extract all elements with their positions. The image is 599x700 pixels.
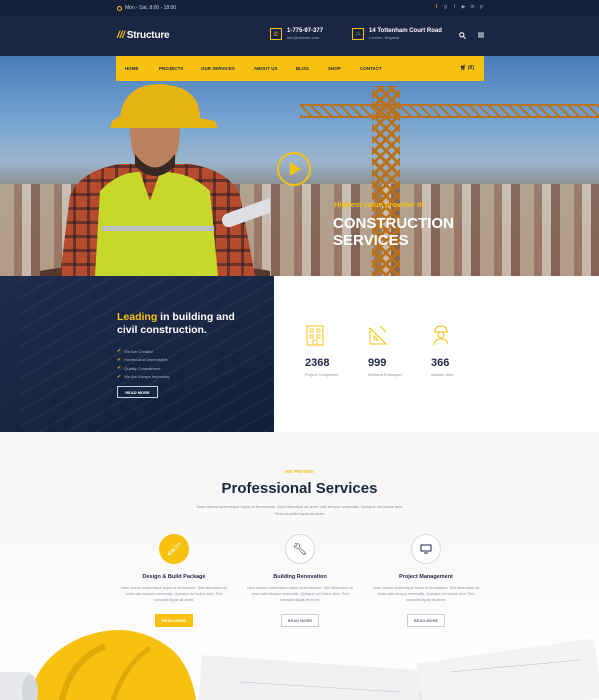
services-kicker: WE PROVIDE xyxy=(285,469,314,474)
check-icon: ✔ xyxy=(117,356,122,363)
services-description: Nam viverra scelerisque turpis et fermen… xyxy=(196,504,404,516)
logo-text: Structure xyxy=(126,30,170,41)
service-description: Nam viverra scelerisque turpis et fermen… xyxy=(121,586,227,603)
about-section: Leading in building and civil constructi… xyxy=(0,276,274,432)
main-nav: HOME PROJECTS OUR SERVICES ABOUT US BLOG… xyxy=(116,56,484,81)
wrench-icon: 🔧︎ xyxy=(285,534,315,564)
list-item: ✔ Quality Commitment xyxy=(117,365,161,372)
read-more-button[interactable]: READ MORE xyxy=(407,613,445,627)
clock-icon xyxy=(117,5,122,11)
about-title-highlight: Leading xyxy=(117,311,158,323)
read-more-button[interactable]: READ MORE xyxy=(281,613,319,627)
cart-button[interactable]: 🛒︎ (0) xyxy=(460,65,474,71)
about-read-more-button[interactable]: READ MORE xyxy=(117,386,158,398)
stat-label: Workers Employed xyxy=(368,372,402,377)
blueprint-rolls-image xyxy=(0,638,599,700)
stat-awards: 366 Awards Won xyxy=(431,324,491,377)
cart-count: (0) xyxy=(467,65,474,71)
address-contact: ⌂ 14 Tottenham Court Road London, Englan… xyxy=(352,28,442,40)
stat-value: 999 xyxy=(368,357,387,369)
service-description: Nam viverra scelerisque turpis et fermen… xyxy=(373,586,479,603)
email-address[interactable]: info@domain.com xyxy=(287,35,323,40)
nav-our-services[interactable]: OUR SERVICES xyxy=(201,66,254,71)
stat-workers: 999 Workers Employed xyxy=(368,324,428,377)
nav-about-us[interactable]: ABOUT US xyxy=(254,66,296,71)
worker-icon xyxy=(433,325,449,346)
check-icon: ✔ xyxy=(117,348,122,355)
youtube-icon[interactable]: ▶ xyxy=(461,4,466,10)
about-features: ✔ We Are Creative ✔ Honest And Dependable … xyxy=(117,347,169,381)
social-links: f g t ▶ in p xyxy=(434,4,484,10)
play-video-button[interactable] xyxy=(277,152,311,186)
ruler-icon xyxy=(369,325,388,345)
twitter-icon[interactable]: t xyxy=(452,4,457,10)
service-card: Project Management Nam viverra scelerisq… xyxy=(366,534,486,627)
service-card: 🔧︎ Building Renovation Nam viverra scele… xyxy=(240,534,360,627)
stat-value: 2368 xyxy=(305,357,330,369)
hero-title: CONSTRUCTION SERVICES xyxy=(333,215,454,249)
phone-contact: ✆ 1-775-97-377 info@domain.com xyxy=(270,28,323,40)
cart-icon: 🛒︎ xyxy=(460,65,467,71)
linkedin-icon[interactable]: in xyxy=(470,4,475,10)
nav-contact[interactable]: CONTACT xyxy=(360,66,400,71)
nav-blog[interactable]: BLOG xyxy=(296,66,328,71)
address-line2: London, England xyxy=(369,35,400,40)
play-icon xyxy=(290,162,301,176)
services-title: Professional Services xyxy=(221,480,378,497)
hero-subtitle: Highest value provider of xyxy=(334,200,425,209)
service-title: Building Renovation xyxy=(273,574,327,580)
stat-label: Project Completed xyxy=(305,372,338,377)
brush-icon: 🖌︎ xyxy=(159,534,189,564)
hero-banner: Highest value provider of CONSTRUCTION S… xyxy=(0,56,599,276)
hero-title-line1: CONSTRUCTION xyxy=(333,215,454,232)
phone-icon: ✆ xyxy=(270,28,282,40)
list-item: ✔ We Are Always Improving xyxy=(117,373,170,380)
nav-projects[interactable]: PROJECTS xyxy=(159,66,201,71)
about-title-rest2: civil construction. xyxy=(117,324,207,336)
business-hours-text: Mon - Sat, 8:00 - 18:00 xyxy=(125,5,177,11)
stats-section: 2368 Project Completed 999 Workers Emplo… xyxy=(274,276,599,432)
monitor-icon xyxy=(411,534,441,564)
top-bar: Mon - Sat, 8:00 - 18:00 f g t ▶ in p xyxy=(0,0,599,16)
stat-value: 366 xyxy=(431,357,450,369)
services-section: WE PROVIDE Professional Services Nam viv… xyxy=(0,432,599,700)
check-icon: ✔ xyxy=(117,365,122,372)
logo[interactable]: /// Structure xyxy=(117,30,170,41)
address-line1: 14 Tottenham Court Road xyxy=(369,28,442,34)
site-header: /// Structure ✆ 1-775-97-377 info@domain… xyxy=(0,16,599,56)
about-title: Leading in building and civil constructi… xyxy=(117,311,267,337)
building-icon xyxy=(306,325,324,346)
service-card: 🖌︎ Design & Build Package Nam viverra sc… xyxy=(114,534,234,627)
nav-shop[interactable]: SHOP xyxy=(328,66,360,71)
menu-icon[interactable] xyxy=(478,32,484,40)
google-plus-icon[interactable]: g xyxy=(443,4,448,10)
about-title-rest1: in building and xyxy=(157,311,235,323)
list-item: ✔ We Are Creative xyxy=(117,348,154,355)
service-title: Project Management xyxy=(399,574,453,580)
nav-home[interactable]: HOME xyxy=(125,66,159,71)
service-description: Nam viverra scelerisque turpis et fermen… xyxy=(247,586,353,603)
pinterest-icon[interactable]: p xyxy=(479,4,484,10)
list-item: ✔ Honest And Dependable xyxy=(117,356,168,363)
business-hours: Mon - Sat, 8:00 - 18:00 xyxy=(117,5,176,11)
read-more-button[interactable]: READ MORE xyxy=(155,613,193,627)
hero-title-line2: SERVICES xyxy=(333,232,409,249)
home-icon: ⌂ xyxy=(352,28,364,40)
stat-label: Awards Won xyxy=(431,372,454,377)
search-icon[interactable] xyxy=(459,32,467,41)
facebook-icon[interactable]: f xyxy=(434,4,439,10)
phone-number[interactable]: 1-775-97-377 xyxy=(287,28,323,34)
logo-mark-icon: /// xyxy=(117,30,125,41)
check-icon: ✔ xyxy=(117,373,122,380)
stat-projects: 2368 Project Completed xyxy=(305,324,365,377)
service-title: Design & Build Package xyxy=(142,574,206,580)
